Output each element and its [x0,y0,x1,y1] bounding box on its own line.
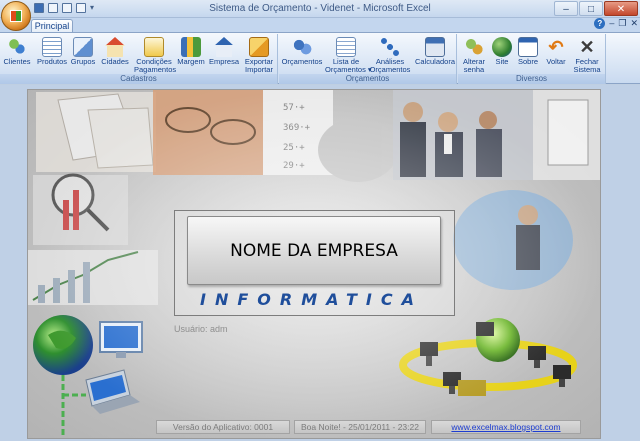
tab-bar: Principal ? – ❐ ✕ [0,18,640,33]
title-bar: ▾ Sistema de Orçamento - Videnet - Micro… [0,0,640,18]
office-logo-icon [10,10,22,22]
company-icon [214,37,234,57]
condicoes-pagamentos-button[interactable]: Condições Pagamentos [134,35,176,74]
margin-icon [181,37,201,57]
quote-list-icon [336,37,356,57]
wb-minimize-icon[interactable]: – [609,18,614,29]
clientes-button[interactable]: Clientes [3,35,31,66]
globe-icon [492,37,512,57]
minimize-button[interactable]: – [554,1,578,16]
quotes-icon [292,37,312,57]
window-controls: – □ ✕ [554,1,638,16]
group-cadastros: Clientes Produtos Grupos Cidades Condiçõ… [0,34,278,84]
worksheet-area: 57·+ 369·+ 25·+ 29·+ [0,85,640,441]
calculadora-button[interactable]: Calculadora [415,35,455,66]
workbook-controls: ? – ❐ ✕ [594,18,638,29]
help-icon[interactable]: ? [594,18,606,29]
products-icon [42,37,62,57]
window-title: Sistema de Orçamento - Videnet - Microso… [209,3,431,14]
group-orcamentos: Orçamentos Lista de Orçamentos ▾ Análise… [279,34,457,84]
clients-icon [7,37,27,57]
brand-word: INFORMATICA [200,290,423,309]
group-label-cadastros: Cadastros [0,74,277,84]
user-label: Usuário: adm [174,324,228,334]
ribbon: Clientes Produtos Grupos Cidades Condiçõ… [0,32,640,84]
empresa-button[interactable]: Empresa [209,35,239,66]
close-system-icon: ✕ [579,37,595,57]
sobre-button[interactable]: Sobre [515,35,541,66]
site-button[interactable]: Site [490,35,514,66]
company-name-button[interactable]: NOME DA EMPRESA [187,216,441,285]
margem-button[interactable]: Margem [177,35,205,66]
office-button[interactable] [1,1,31,31]
change-password-icon [464,37,484,57]
orcamentos-button[interactable]: Orçamentos [281,35,323,66]
greeting-status: Boa Noite! - 25/01/2011 - 23:22 [294,420,426,434]
analises-orcamentos-button[interactable]: Análises Orçamentos [369,35,411,74]
background-panel: 57·+ 369·+ 25·+ 29·+ [27,89,601,439]
group-label-orcamentos: Orçamentos [279,74,456,84]
wb-close-icon[interactable]: ✕ [630,18,638,29]
fechar-sistema-button[interactable]: ✕ Fechar Sistema [571,35,603,74]
exportar-importar-button[interactable]: Exportar Importar [243,35,275,74]
close-button[interactable]: ✕ [604,1,638,16]
export-import-icon [249,37,269,57]
website-link[interactable]: www.excelmax.blogspot.com [431,420,581,434]
tab-principal[interactable]: Principal [31,19,73,33]
version-status: Versão do Aplicativo: 0001 [156,420,290,434]
grupos-button[interactable]: Grupos [70,35,96,66]
payment-conditions-icon [144,37,164,57]
lista-orcamentos-button[interactable]: Lista de Orçamentos ▾ [325,35,372,74]
groups-icon [73,37,93,57]
group-diversos: Alterar senha Site Sobre ↶ Voltar ✕ Fech… [458,34,606,84]
produtos-button[interactable]: Produtos [37,35,67,66]
maximize-button[interactable]: □ [579,1,603,16]
alterar-senha-button[interactable]: Alterar senha [460,35,488,74]
voltar-button[interactable]: ↶ Voltar [544,35,568,66]
about-icon [518,37,538,57]
house-icon [105,37,125,57]
back-arrow-icon: ↶ [548,37,564,57]
analysis-icon [380,37,400,57]
group-label-diversos: Diversos [458,74,605,84]
wb-restore-icon[interactable]: ❐ [618,18,626,29]
cidades-button[interactable]: Cidades [101,35,129,66]
calculator-icon [425,37,445,57]
